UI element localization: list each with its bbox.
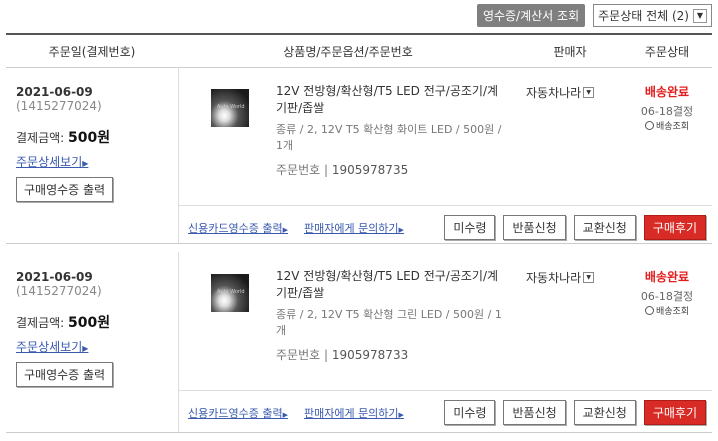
write-review-button[interactable]: 구매후기 xyxy=(643,400,706,425)
arrow-right-icon: ▶ xyxy=(82,159,89,168)
order-status-select[interactable]: 주문상태 전체 (2) ▼ xyxy=(593,4,712,27)
return-request-button[interactable]: 반품신청 xyxy=(503,215,566,240)
product-thumbnail[interactable]: Auto World xyxy=(211,274,249,312)
arrow-right-icon: ▶ xyxy=(282,226,288,234)
arrow-right-icon: ▶ xyxy=(398,226,404,234)
payment-number: (1415277024) xyxy=(16,284,102,298)
status-text: 배송완료 xyxy=(644,270,690,284)
thumbnail-logo-text: Auto World xyxy=(217,289,245,295)
chevron-down-icon: ▼ xyxy=(693,8,707,23)
track-delivery-link[interactable]: 배송조회 xyxy=(644,119,690,132)
order-row: 2021-06-09 (1415277024) 결제금액: 500원 주문상세보… xyxy=(6,252,712,433)
arrow-right-icon: ▶ xyxy=(82,344,89,353)
payment-number: (1415277024) xyxy=(16,99,102,113)
order-detail-label: 주문상세보기 xyxy=(16,155,83,169)
thumbnail-logo-text: Auto World xyxy=(217,104,245,110)
seller-name: 자동차나라 xyxy=(526,271,582,285)
status-text: 배송완료 xyxy=(644,85,690,99)
order-status: 배송완료 06-18결정 배송조회 xyxy=(622,83,712,133)
divider xyxy=(178,205,712,206)
exchange-request-button[interactable]: 교환신청 xyxy=(573,400,636,425)
search-icon xyxy=(644,121,654,130)
order-links: 신용카드영수증 출력▶ 판매자에게 문의하기▶ xyxy=(188,405,404,421)
order-status-value: 주문상태 전체 (2) xyxy=(598,9,689,23)
return-request-button[interactable]: 반품신청 xyxy=(503,400,566,425)
contact-seller-link[interactable]: 판매자에게 문의하기▶ xyxy=(304,220,404,236)
payment-amount: 결제금액: 500원 xyxy=(16,127,110,147)
payment-value: 500원 xyxy=(68,315,111,331)
order-date: 2021-06-09 (1415277024) xyxy=(16,85,178,113)
order-summary: 2021-06-09 (1415277024) 결제금액: 500원 주문상세보… xyxy=(6,67,179,243)
print-receipt-button[interactable]: 구매영수증 출력 xyxy=(16,362,114,387)
order-number-label: 주문번호 | xyxy=(276,163,329,177)
divider xyxy=(178,390,712,391)
search-icon xyxy=(644,306,654,315)
chevron-down-icon: ▼ xyxy=(583,272,595,283)
card-receipt-link[interactable]: 신용카드영수증 출력▶ xyxy=(188,220,288,236)
order-status: 배송완료 06-18결정 배송조회 xyxy=(622,268,712,318)
receipt-lookup-button[interactable]: 영수증/계산서 조회 xyxy=(476,4,586,27)
payment-label: 결제금액: xyxy=(16,131,65,145)
order-date: 2021-06-09 (1415277024) xyxy=(16,270,178,298)
col-seller: 판매자 xyxy=(553,44,587,59)
order-actions: 미수령 반품신청 교환신청 구매후기 xyxy=(444,400,706,425)
order-date-value: 2021-06-09 xyxy=(16,270,93,284)
exchange-request-button[interactable]: 교환신청 xyxy=(573,215,636,240)
order-detail-link[interactable]: 주문상세보기▶ xyxy=(16,338,88,355)
order-detail-label: 주문상세보기 xyxy=(16,340,83,354)
track-label: 배송조회 xyxy=(655,122,690,132)
contact-seller-label: 판매자에게 문의하기 xyxy=(303,222,399,235)
order-number-label: 주문번호 | xyxy=(276,348,329,362)
col-order-date: 주문일(결제번호) xyxy=(48,44,136,59)
contact-seller-label: 판매자에게 문의하기 xyxy=(303,407,399,420)
table-header: 주문일(결제번호) 상품명/주문옵션/주문번호 판매자 주문상태 xyxy=(6,33,712,68)
track-delivery-link[interactable]: 배송조회 xyxy=(644,304,690,317)
seller[interactable]: 자동차나라 ▼ xyxy=(526,269,595,286)
chevron-down-icon: ▼ xyxy=(583,87,595,98)
order-actions: 미수령 반품신청 교환신청 구매후기 xyxy=(444,215,706,240)
product-name[interactable]: 12V 전방형/확산형/T5 LED 전구/공조기/계기판/좁쌀 xyxy=(276,83,504,117)
confirm-date: 06-18결정 xyxy=(640,290,694,303)
order-number: 주문번호 | 1905978733 xyxy=(276,346,408,363)
seller-name: 자동차나라 xyxy=(526,86,582,100)
confirm-date: 06-18결정 xyxy=(640,105,694,118)
arrow-right-icon: ▶ xyxy=(282,411,288,419)
payment-value: 500원 xyxy=(68,130,111,146)
card-receipt-link[interactable]: 신용카드영수증 출력▶ xyxy=(188,405,288,421)
top-toolbar: 영수증/계산서 조회 주문상태 전체 (2) ▼ xyxy=(476,4,712,27)
payment-amount: 결제금액: 500원 xyxy=(16,312,110,332)
product-option: 종류 / 2, 12V T5 확산형 그린 LED / 500원 / 1개 xyxy=(276,308,502,337)
product-thumbnail[interactable]: Auto World xyxy=(211,89,249,127)
col-status: 주문상태 xyxy=(644,44,690,59)
write-review-button[interactable]: 구매후기 xyxy=(643,215,706,240)
order-links: 신용카드영수증 출력▶ 판매자에게 문의하기▶ xyxy=(188,220,404,236)
product-name[interactable]: 12V 전방형/확산형/T5 LED 전구/공조기/계기판/좁쌀 xyxy=(276,268,504,302)
seller[interactable]: 자동차나라 ▼ xyxy=(526,84,595,101)
order-number: 주문번호 | 1905978735 xyxy=(276,161,408,178)
col-product: 상품명/주문옵션/주문번호 xyxy=(283,44,413,59)
order-detail-link[interactable]: 주문상세보기▶ xyxy=(16,153,88,170)
arrow-right-icon: ▶ xyxy=(398,411,404,419)
not-received-button[interactable]: 미수령 xyxy=(444,400,496,425)
product-option: 종류 / 2, 12V T5 확산형 화이트 LED / 500원 / 1개 xyxy=(276,123,502,152)
order-summary: 2021-06-09 (1415277024) 결제금액: 500원 주문상세보… xyxy=(6,252,179,432)
print-receipt-button[interactable]: 구매영수증 출력 xyxy=(16,177,114,202)
order-row: 2021-06-09 (1415277024) 결제금액: 500원 주문상세보… xyxy=(6,67,712,244)
card-receipt-label: 신용카드영수증 출력 xyxy=(188,222,283,235)
track-label: 배송조회 xyxy=(655,307,690,317)
order-date-value: 2021-06-09 xyxy=(16,85,93,99)
payment-label: 결제금액: xyxy=(16,316,65,330)
not-received-button[interactable]: 미수령 xyxy=(444,215,496,240)
order-number-value: 1905978733 xyxy=(331,348,409,362)
contact-seller-link[interactable]: 판매자에게 문의하기▶ xyxy=(304,405,404,421)
card-receipt-label: 신용카드영수증 출력 xyxy=(188,407,283,420)
order-number-value: 1905978735 xyxy=(331,163,409,177)
